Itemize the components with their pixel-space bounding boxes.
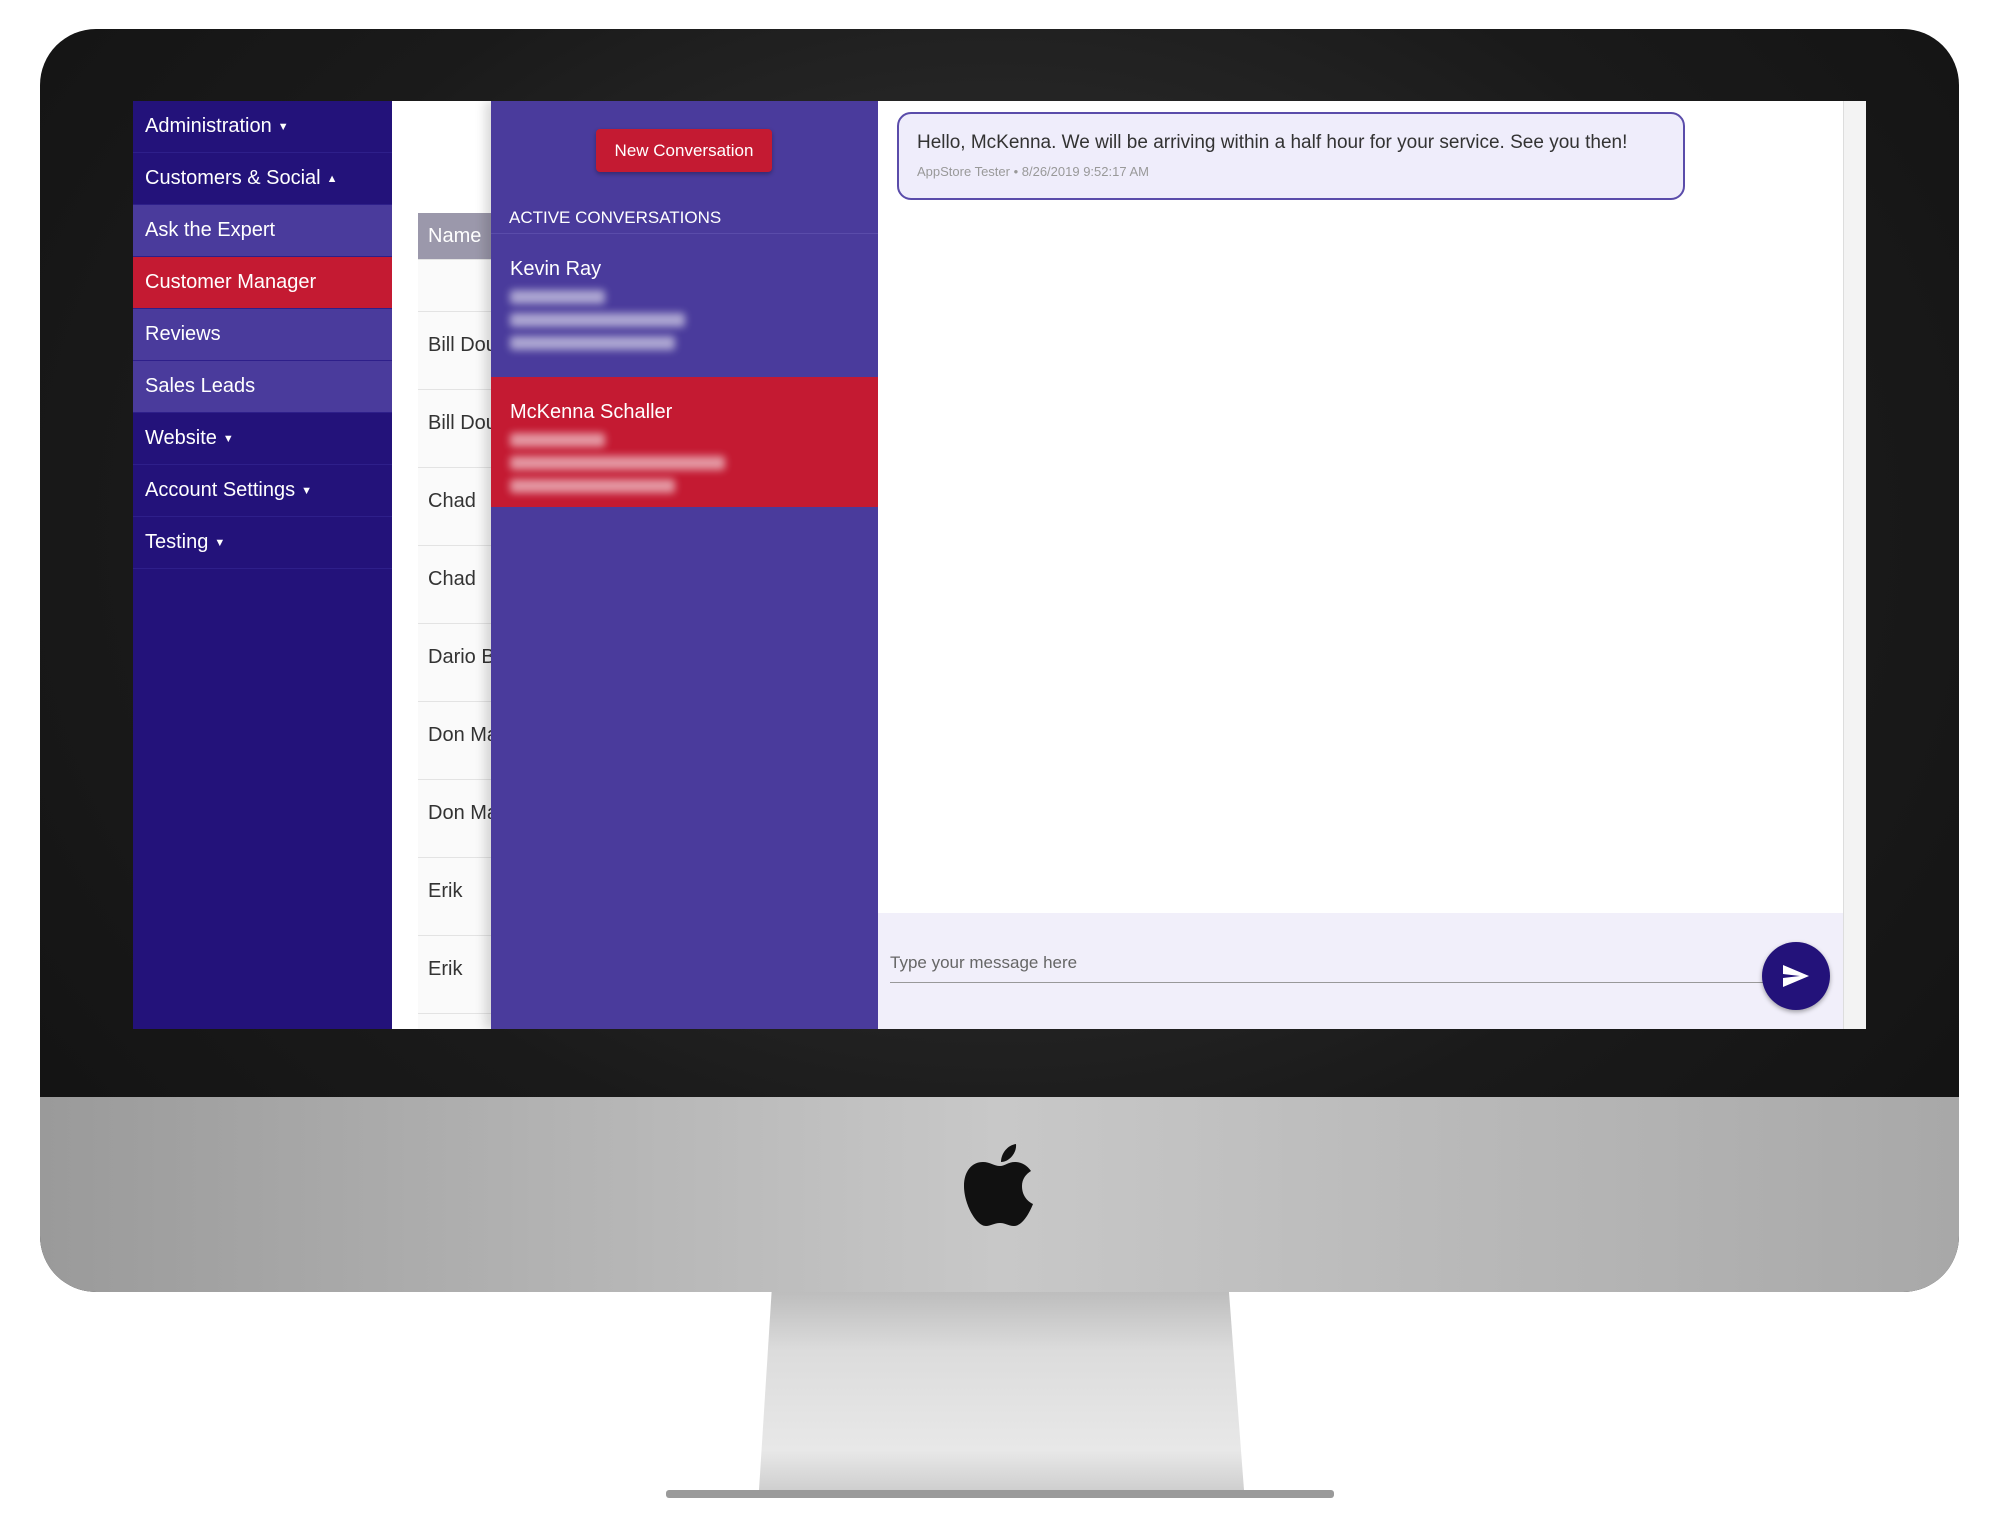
sidebar-item-label: Customers & Social: [145, 167, 321, 189]
table-row[interactable]: Chad: [418, 467, 498, 545]
chat-panel: Hello, McKenna. We will be arriving with…: [878, 101, 1843, 1029]
conversation-name: McKenna Schaller: [510, 401, 673, 423]
message-input[interactable]: [890, 943, 1770, 983]
new-conversation-button[interactable]: New Conversation: [596, 129, 772, 172]
caret-icon: ▼: [222, 432, 234, 445]
sidebar-item-label: Ask the Expert: [145, 219, 276, 241]
redacted-city: [510, 479, 675, 493]
message-meta: AppStore Tester • 8/26/2019 9:52:17 AM: [917, 164, 1149, 179]
table-row[interactable]: Chad: [418, 545, 498, 623]
table-row[interactable]: Erik: [418, 857, 498, 935]
monitor-chin: [40, 1097, 1959, 1292]
sidebar-item-ask-the-expert[interactable]: Ask the Expert: [133, 205, 392, 257]
redacted-phone: [510, 290, 605, 304]
sidebar-item-label: Sales Leads: [145, 375, 256, 397]
redacted-phone: [510, 433, 605, 447]
sidebar-item-sales-leads[interactable]: Sales Leads: [133, 361, 392, 413]
redacted-city: [510, 336, 675, 350]
sidebar-item-label: Administration: [145, 115, 272, 137]
sidebar-item-website[interactable]: Website ▼: [133, 413, 392, 465]
send-icon: [1783, 965, 1809, 987]
table-row[interactable]: Dario B: [418, 623, 498, 701]
scrollbar[interactable]: [1843, 101, 1866, 1029]
column-header-name[interactable]: Name: [418, 213, 498, 259]
monitor-base: [666, 1490, 1334, 1498]
caret-icon: ▼: [301, 484, 312, 497]
sidebar-item-account-settings[interactable]: Account Settings ▼: [133, 465, 392, 517]
message-composer: [878, 913, 1843, 1029]
table-row[interactable]: Don Ma: [418, 701, 498, 779]
table-row[interactable]: [418, 259, 498, 311]
sidebar-item-label: Customer Manager: [145, 271, 317, 293]
active-conversations-heading: ACTIVE CONVERSATIONS: [509, 208, 722, 227]
redacted-address: [510, 313, 685, 327]
sidebar-item-label: Testing: [145, 531, 209, 553]
table-row[interactable]: Don Ma: [418, 779, 498, 857]
customer-table: Name Bill Dou Bill Dou Chad Chad Dario B Don …: [392, 101, 498, 1029]
sidebar-item-label: Website: [145, 427, 217, 449]
sidebar: Administration ▼ Customers & Social ▲ Ask th…: [133, 101, 392, 1029]
conversation-item-kevin-ray[interactable]: Kevin Ray: [491, 234, 878, 377]
caret-icon: ▲: [326, 172, 338, 185]
caret-icon: ▼: [277, 120, 289, 133]
sidebar-item-customer-manager[interactable]: Customer Manager: [133, 257, 392, 309]
table-row[interactable]: Erik: [418, 935, 498, 1013]
sidebar-item-reviews[interactable]: Reviews: [133, 309, 392, 361]
sidebar-item-customers-social[interactable]: Customers & Social ▲: [133, 153, 392, 205]
conversations-panel: New Conversation ACTIVE CONVERSATIONS Ke…: [491, 101, 878, 1029]
redacted-address: [510, 456, 725, 470]
conversation-item-mckenna-schaller[interactable]: McKenna Schaller: [491, 377, 878, 507]
table-row[interactable]: Erik: [418, 1013, 498, 1029]
app-screen: Administration ▼ Customers & Social ▲ Ask th…: [133, 101, 1866, 1029]
caret-icon: ▼: [214, 536, 226, 549]
conversation-name: Kevin Ray: [510, 258, 602, 280]
message-text: Hello, McKenna. We will be arriving with…: [917, 132, 1628, 153]
monitor-stand: [759, 1292, 1244, 1490]
sidebar-item-testing[interactable]: Testing ▼: [133, 517, 392, 569]
table-row[interactable]: Bill Dou: [418, 389, 498, 467]
sidebar-item-administration[interactable]: Administration ▼: [133, 101, 392, 153]
message-bubble: Hello, McKenna. We will be arriving with…: [897, 112, 1685, 200]
apple-logo-icon: [964, 1144, 1033, 1226]
sidebar-item-label: Reviews: [145, 323, 221, 345]
table-row[interactable]: Bill Dou: [418, 311, 498, 389]
sidebar-item-label: Account Settings: [145, 479, 296, 501]
send-button[interactable]: [1762, 942, 1830, 1010]
